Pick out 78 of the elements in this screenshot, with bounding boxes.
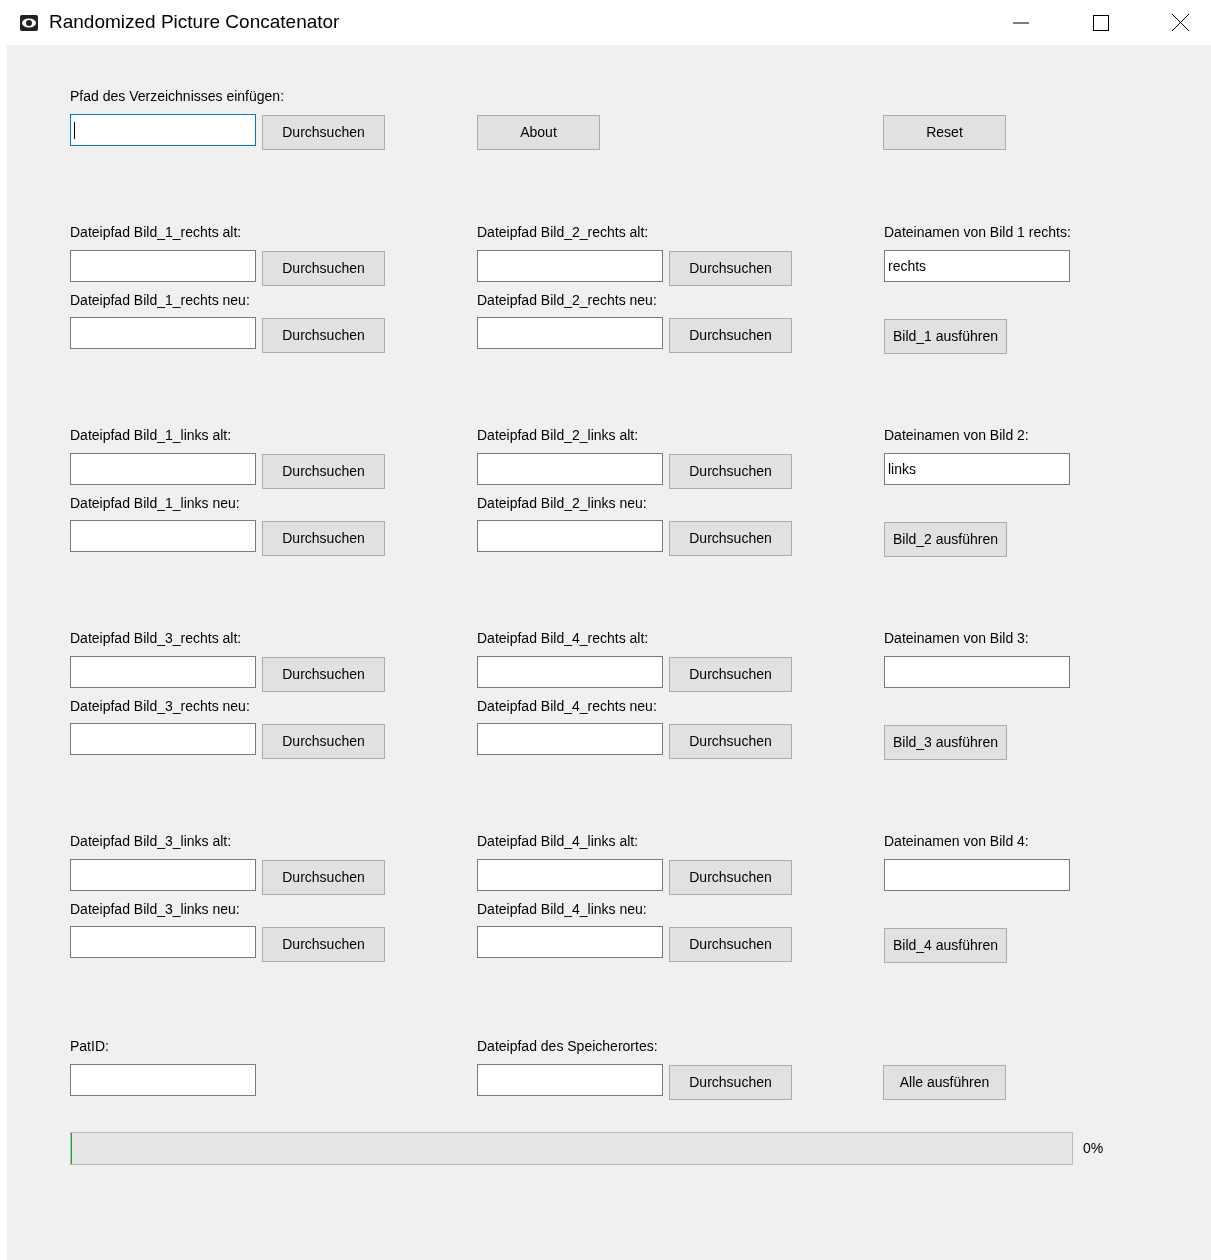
push-button[interactable]: Durchsuchen — [669, 860, 792, 895]
window-title: Randomized Picture Concatenator — [49, 10, 340, 35]
push-button[interactable]: Durchsuchen — [669, 318, 792, 353]
field-label: Dateipfad Bild_2_rechts neu: — [477, 291, 658, 310]
text-field[interactable]: links — [884, 453, 1070, 485]
field-label: Dateipfad Bild_1_rechts alt: — [70, 223, 243, 242]
text-field[interactable] — [477, 656, 663, 688]
text-field[interactable] — [477, 1064, 663, 1096]
push-button[interactable]: Bild_1 ausführen — [884, 319, 1007, 354]
push-button[interactable]: Durchsuchen — [669, 724, 792, 759]
field-label: Dateipfad Bild_3_rechts alt: — [70, 629, 243, 648]
minimize-icon — [1013, 21, 1029, 24]
text-field[interactable] — [477, 926, 663, 958]
field-label: Dateipfad des Speicherortes: — [477, 1037, 659, 1056]
progress-percent: 0% — [1083, 1139, 1104, 1158]
field-label: Dateipfad Bild_3_links alt: — [70, 832, 233, 851]
push-button[interactable]: Durchsuchen — [262, 860, 385, 895]
text-field[interactable] — [70, 453, 256, 485]
field-label: PatID: — [70, 1037, 110, 1056]
text-field[interactable] — [70, 250, 256, 282]
text-field[interactable] — [70, 317, 256, 349]
text-field[interactable] — [70, 114, 256, 146]
push-button[interactable]: Durchsuchen — [262, 724, 385, 759]
text-field[interactable] — [477, 723, 663, 755]
text-field[interactable] — [70, 723, 256, 755]
field-label: Dateipfad Bild_3_links neu: — [70, 900, 241, 919]
field-label: Dateipfad Bild_4_rechts alt: — [477, 629, 650, 648]
text-field[interactable] — [477, 453, 663, 485]
field-label: Dateinamen von Bild 1 rechts: — [884, 223, 1071, 242]
push-button[interactable]: Durchsuchen — [669, 657, 792, 692]
push-button[interactable]: Durchsuchen — [262, 657, 385, 692]
push-button[interactable]: Reset — [883, 115, 1006, 150]
push-button[interactable]: Durchsuchen — [669, 927, 792, 962]
maximize-icon — [1093, 14, 1109, 31]
field-label: Dateipfad Bild_4_rechts neu: — [477, 697, 658, 716]
text-field[interactable] — [884, 656, 1070, 688]
field-label: Dateinamen von Bild 3: — [884, 629, 1030, 648]
push-button[interactable]: Durchsuchen — [669, 521, 792, 556]
push-button[interactable]: Alle ausführen — [883, 1065, 1006, 1100]
text-field[interactable] — [477, 250, 663, 282]
field-label: Dateipfad Bild_1_links neu: — [70, 494, 241, 513]
push-button[interactable]: Durchsuchen — [669, 251, 792, 286]
text-field[interactable] — [70, 926, 256, 958]
field-label: Dateipfad Bild_2_links alt: — [477, 426, 640, 445]
field-label: Dateipfad Bild_1_links alt: — [70, 426, 233, 445]
push-button[interactable]: Durchsuchen — [262, 251, 385, 286]
text-cursor-icon — [74, 121, 75, 139]
push-button[interactable]: Durchsuchen — [669, 454, 792, 489]
push-button[interactable]: Durchsuchen — [262, 115, 385, 150]
text-field[interactable] — [70, 520, 256, 552]
field-label: Pfad des Verzeichnisses einfügen: — [70, 87, 286, 106]
field-label: Dateipfad Bild_2_links neu: — [477, 494, 648, 513]
text-field[interactable] — [477, 317, 663, 349]
push-button[interactable]: Bild_2 ausführen — [884, 522, 1007, 557]
text-field[interactable] — [70, 656, 256, 688]
push-button[interactable]: Durchsuchen — [262, 454, 385, 489]
field-label: Dateipfad Bild_4_links alt: — [477, 832, 640, 851]
push-button[interactable]: About — [477, 115, 600, 150]
field-label: Dateinamen von Bild 2: — [884, 426, 1030, 445]
push-button[interactable]: Durchsuchen — [262, 318, 385, 353]
text-field[interactable] — [70, 1064, 256, 1096]
push-button[interactable]: Bild_3 ausführen — [884, 725, 1007, 760]
push-button[interactable]: Durchsuchen — [262, 927, 385, 962]
text-field[interactable]: rechts — [884, 250, 1070, 282]
text-field[interactable] — [477, 520, 663, 552]
field-label: Dateipfad Bild_4_links neu: — [477, 900, 648, 919]
field-label: Dateipfad Bild_3_rechts neu: — [70, 697, 251, 716]
text-field[interactable] — [70, 859, 256, 891]
field-label: Dateipfad Bild_2_rechts alt: — [477, 223, 650, 242]
close-icon — [1172, 14, 1189, 31]
eye-icon — [19, 13, 39, 32]
push-button[interactable]: Durchsuchen — [669, 1065, 792, 1100]
text-field[interactable] — [884, 859, 1070, 891]
push-button[interactable]: Durchsuchen — [262, 521, 385, 556]
field-label: Dateinamen von Bild 4: — [884, 832, 1030, 851]
field-label: Dateipfad Bild_1_rechts neu: — [70, 291, 251, 310]
push-button[interactable]: Bild_4 ausführen — [884, 928, 1007, 963]
text-field[interactable] — [477, 859, 663, 891]
